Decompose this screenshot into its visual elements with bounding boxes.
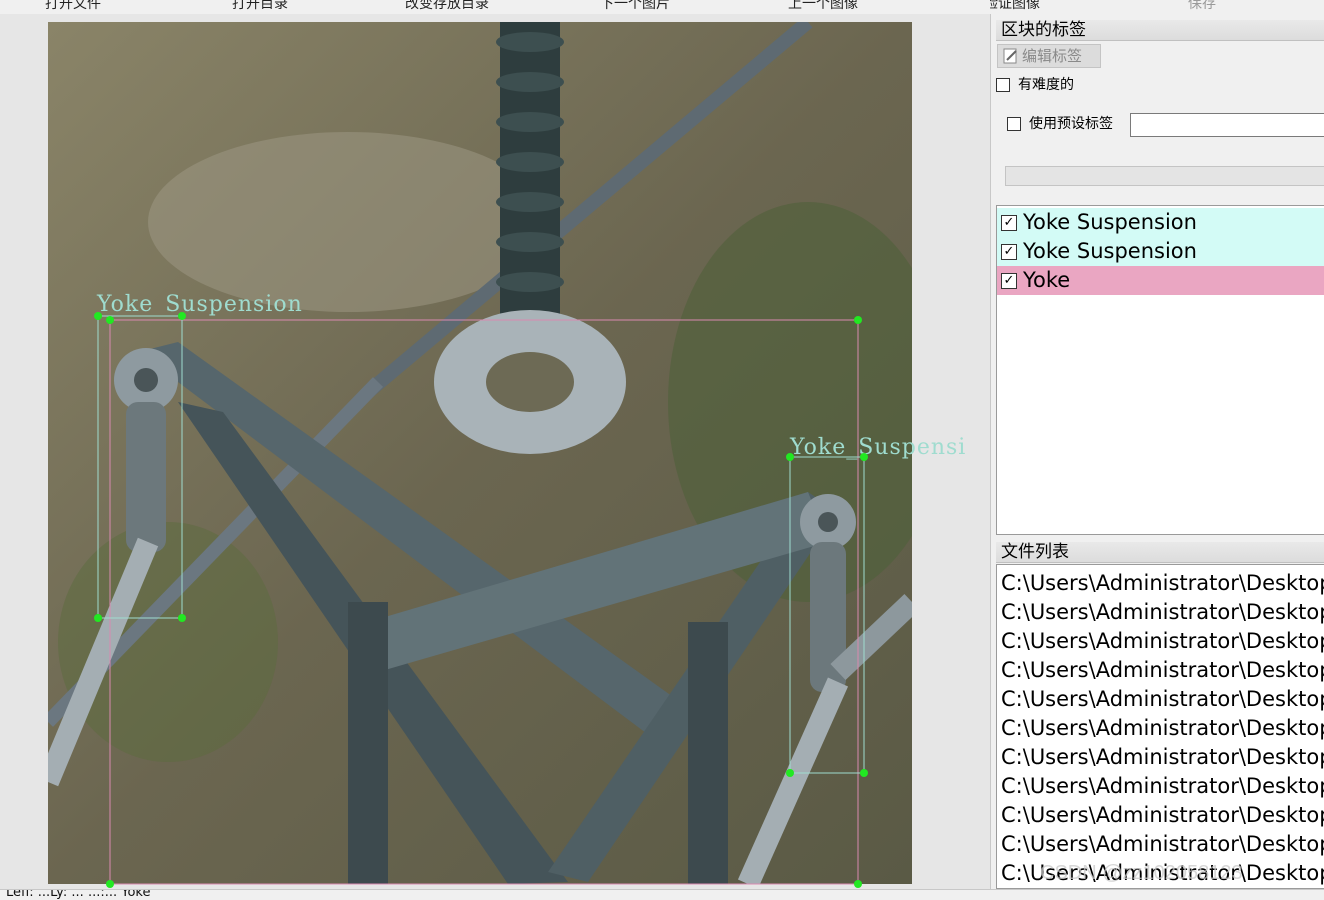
image-canvas[interactable]: [0, 14, 991, 889]
use-preset-checkbox[interactable]: [1007, 117, 1021, 131]
bbox-handle[interactable]: [94, 312, 102, 320]
save-button[interactable]: 保存: [1188, 0, 1216, 14]
bbox-handle[interactable]: [854, 880, 862, 888]
difficult-label: 有难度的: [1018, 77, 1074, 93]
label-item-text: Yoke: [1023, 268, 1071, 292]
bbox-handle[interactable]: [860, 769, 868, 777]
label-item-checkbox[interactable]: ✓: [1001, 244, 1017, 260]
label-item-checkbox[interactable]: ✓: [1001, 215, 1017, 231]
verify-image-button[interactable]: 验证图像: [990, 0, 1040, 14]
file-list-item[interactable]: C:\Users\Administrator\Desktop\d: [1001, 743, 1324, 772]
preset-label-input[interactable]: [1130, 113, 1324, 137]
bbox-handle[interactable]: [106, 316, 114, 324]
progress-bar: [1005, 166, 1324, 186]
label-item-checkbox[interactable]: ✓: [1001, 273, 1017, 289]
file-list-item[interactable]: C:\Users\Administrator\Desktop\d: [1001, 714, 1324, 743]
bbox-handle[interactable]: [786, 453, 794, 461]
open-file-button[interactable]: 打开文件: [45, 0, 101, 14]
bbox-handle[interactable]: [178, 614, 186, 622]
bbox-handle[interactable]: [860, 453, 868, 461]
labels-panel-title: 区块的标签: [996, 20, 1324, 41]
open-dir-button[interactable]: 打开目录: [232, 0, 288, 14]
toolbar: 打开文件 打开目录 改变存放目录 下一个图片 上一个图像: [0, 0, 990, 14]
label-list-item[interactable]: ✓ Yoke: [997, 266, 1324, 295]
next-image-button[interactable]: 下一个图片: [600, 0, 670, 14]
label-item-text: Yoke Suspension: [1023, 210, 1197, 234]
change-save-dir-button[interactable]: 改变存放目录: [405, 0, 489, 14]
edit-pencil-icon: [1003, 48, 1017, 64]
prev-image-button[interactable]: 上一个图像: [788, 0, 858, 14]
transmission-tower-photo: [48, 22, 912, 884]
file-list-item[interactable]: C:\Users\Administrator\Desktop\d: [1001, 830, 1324, 859]
file-list-item[interactable]: C:\Users\Administrator\Desktop\d: [1001, 656, 1324, 685]
file-list-item[interactable]: C:\Users\Administrator\Desktop\d: [1001, 627, 1324, 656]
file-list-item[interactable]: C:\Users\Administrator\Desktop\d: [1001, 772, 1324, 801]
bbox-handle[interactable]: [854, 316, 862, 324]
bbox-handle[interactable]: [106, 880, 114, 888]
file-list-item[interactable]: C:\Users\Administrator\Desktop\d: [1001, 685, 1324, 714]
difficult-checkbox[interactable]: [996, 78, 1010, 92]
file-list-title: 文件列表: [996, 542, 1324, 563]
file-list-item[interactable]: C:\Users\Administrator\Desktop\d: [1001, 598, 1324, 627]
file-list-item[interactable]: C:\Users\Administrator\Desktop\d: [1001, 801, 1324, 830]
annotated-photo: [48, 22, 912, 884]
edit-label-button[interactable]: 编辑标签: [997, 44, 1101, 68]
label-item-text: Yoke Suspension: [1023, 239, 1197, 263]
file-list-item[interactable]: C:\Users\Administrator\Desktop\d: [1001, 569, 1324, 598]
edit-label-text: 编辑标签: [1022, 47, 1083, 65]
label-list-item[interactable]: ✓ Yoke Suspension: [997, 237, 1324, 266]
watermark: CSDN @zz102058123: [1040, 862, 1243, 884]
status-text: Lefl: ...Ly: ... ...:... Yoke: [6, 889, 151, 900]
label-list-item[interactable]: ✓ Yoke Suspension: [997, 208, 1324, 237]
bbox-handle[interactable]: [94, 614, 102, 622]
status-bar: Lefl: ...Ly: ... ...:... Yoke: [0, 889, 1324, 900]
bbox-handle[interactable]: [178, 312, 186, 320]
toolbar-right: 验证图像 保存: [990, 0, 1324, 14]
label-list[interactable]: ✓ Yoke Suspension ✓ Yoke Suspension ✓ Yo…: [996, 205, 1324, 535]
file-list[interactable]: C:\Users\Administrator\Desktop\d C:\User…: [996, 564, 1324, 889]
use-preset-label: 使用预设标签: [1029, 116, 1113, 132]
bbox-handle[interactable]: [786, 769, 794, 777]
